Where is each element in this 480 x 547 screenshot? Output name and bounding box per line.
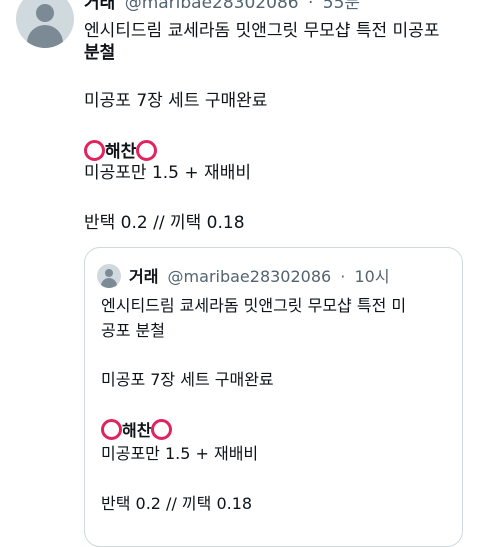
- time-separator: ·: [307, 0, 314, 13]
- member-name: 해찬: [105, 142, 137, 162]
- quoted-text-line-1: 엔시티드림 쿄세라돔 밋앤그릿 무모샵 특전 미: [101, 296, 407, 315]
- tweet-text-line-1: 엔시티드림 쿄세라돔 밋앤그릿 무모샵 특전 미공포: [84, 21, 440, 41]
- quoted-member-name: 해찬: [122, 421, 152, 440]
- avatar[interactable]: [16, 0, 74, 48]
- tweet-header: 거래 @maribae28302086 · 55분: [84, 0, 360, 13]
- quoted-avatar[interactable]: [97, 264, 121, 288]
- quoted-text-line-4: 해찬: [101, 419, 173, 442]
- tweet-text-line-2: 분철: [84, 43, 116, 63]
- quoted-timestamp[interactable]: 10시: [354, 267, 389, 286]
- quoted-handle[interactable]: @maribae28302086: [168, 267, 332, 286]
- quoted-text-line-3: 미공포 7장 세트 구매완료: [101, 370, 274, 389]
- quoted-text-line-6: 반택 0.2 // 끼택 0.18: [101, 494, 253, 513]
- quoted-header: 거래 @maribae28302086 · 10시: [129, 263, 390, 287]
- red-hollow-circle-icon: [84, 140, 105, 161]
- tweet-text-line-5: 미공포만 1.5 + 재배비: [84, 163, 251, 183]
- quoted-avatar-head-shape: [105, 269, 113, 277]
- quoted-display-name[interactable]: 거래: [129, 267, 158, 286]
- red-hollow-circle-icon: [151, 419, 173, 440]
- display-name[interactable]: 거래: [84, 0, 115, 13]
- quoted-avatar-body-shape: [101, 278, 117, 288]
- timestamp[interactable]: 55분: [323, 0, 360, 13]
- quoted-text-line-2: 공포 분철: [101, 321, 165, 340]
- tweet[interactable]: 거래 @maribae28302086 · 55분 엔시티드림 쿄세라돔 밋앤그…: [0, 0, 480, 547]
- avatar-head-shape: [36, 4, 54, 22]
- tweet-text-line-4: 해찬: [84, 140, 158, 163]
- red-hollow-circle-icon: [136, 140, 158, 161]
- tweet-text-line-6: 반택 0.2 // 끼택 0.18: [84, 213, 245, 233]
- tweet-text-line-3: 미공포 7장 세트 구매완료: [84, 91, 268, 111]
- quoted-tweet[interactable]: 거래 @maribae28302086 · 10시 엔시티드림 쿄세라돔 밋앤그…: [84, 247, 463, 547]
- quoted-time-separator: ·: [340, 267, 346, 286]
- handle[interactable]: @maribae28302086: [125, 0, 299, 13]
- avatar-body-shape: [27, 25, 63, 48]
- quoted-text-line-5: 미공포만 1.5 + 재배비: [101, 444, 259, 463]
- red-hollow-circle-icon: [101, 419, 122, 440]
